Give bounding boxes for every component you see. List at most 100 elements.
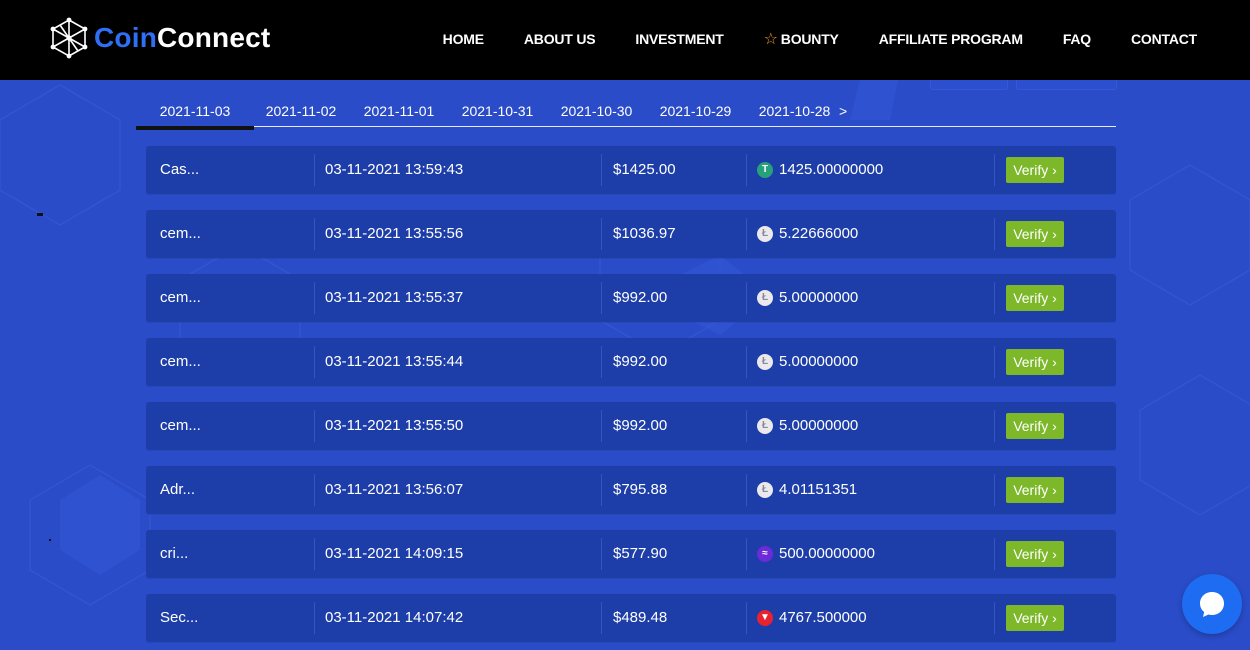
row-coin-amount: 500.00000000 (779, 545, 875, 562)
ghost-button-left[interactable] (930, 80, 1008, 90)
site-header: CoinConnect HOME ABOUT US INVESTMENT ☆ BO… (0, 0, 1250, 80)
row-amount: $992.00 (613, 417, 668, 434)
verify-button[interactable]: Verify › (1006, 349, 1064, 375)
row-divider (746, 154, 747, 186)
row-user-name: Cas... (160, 161, 200, 178)
transaction-row: Adr... 03-11-2021 13:56:07 $795.88 Ł 4.01… (146, 466, 1116, 514)
row-coin-amount: 4.01151351 (779, 481, 858, 498)
transaction-row: Sec... 03-11-2021 14:07:42 $489.48 ▼ 4767… (146, 594, 1116, 642)
row-user-name: cem... (160, 289, 201, 306)
nav-affiliate-program[interactable]: AFFILIATE PROGRAM (879, 31, 1023, 47)
tab-date-0[interactable]: 2021-11-03 (136, 96, 254, 130)
row-divider (601, 474, 602, 506)
row-divider (994, 282, 995, 314)
nav-bounty[interactable]: ☆ BOUNTY (764, 29, 839, 49)
tron-icon: ▼ (757, 610, 773, 626)
nav-investment[interactable]: INVESTMENT (635, 31, 723, 47)
tabs-next-arrow[interactable]: > (839, 96, 847, 126)
row-amount: $992.00 (613, 289, 668, 306)
row-datetime: 03-11-2021 13:55:37 (325, 289, 464, 306)
ghost-button-right[interactable] (1016, 80, 1117, 90)
row-divider (746, 282, 747, 314)
row-divider (994, 346, 995, 378)
transaction-row: cem... 03-11-2021 13:55:44 $992.00 Ł 5.00… (146, 338, 1116, 386)
transaction-row: cri... 03-11-2021 14:09:15 $577.90 ≈500.… (146, 530, 1116, 578)
row-divider (601, 410, 602, 442)
litecoin-icon: Ł (757, 226, 773, 242)
row-datetime: 03-11-2021 13:55:44 (325, 353, 464, 370)
row-divider (314, 218, 315, 250)
tab-date-4[interactable]: 2021-10-30 (547, 96, 646, 126)
row-amount: $992.00 (613, 353, 668, 370)
row-divider (994, 602, 995, 634)
row-divider (314, 602, 315, 634)
nav-contact[interactable]: CONTACT (1131, 31, 1197, 47)
nav-home[interactable]: HOME (443, 31, 484, 47)
verify-button[interactable]: Verify › (1006, 157, 1064, 183)
nav-affiliate-label: AFFILIATE PROGRAM (878, 31, 1023, 47)
row-amount: $1036.97 (613, 225, 676, 242)
row-divider (601, 346, 602, 378)
row-coin: Ł 5.00000000 (757, 338, 858, 386)
row-amount: $795.88 (613, 481, 668, 498)
row-user-name: cri... (160, 545, 189, 562)
row-user-name: Sec... (160, 609, 199, 626)
row-divider (746, 218, 747, 250)
row-coin-amount: 1425.00000000 (779, 161, 884, 178)
verify-button[interactable]: Verify › (1006, 413, 1064, 439)
verify-button[interactable]: Verify › (1006, 477, 1064, 503)
tab-date-2[interactable]: 2021-11-01 (350, 96, 448, 126)
row-user-name: Adr... (160, 481, 196, 498)
row-user-name: cem... (160, 353, 201, 370)
row-divider (746, 602, 747, 634)
verify-button[interactable]: Verify › (1006, 285, 1064, 311)
tab-date-1[interactable]: 2021-11-02 (254, 96, 348, 126)
row-divider (314, 410, 315, 442)
row-coin-amount: 5.00000000 (779, 353, 859, 370)
row-divider (994, 474, 995, 506)
brand-name-coin: Coin (94, 22, 158, 53)
tab-date-3[interactable]: 2021-10-31 (449, 96, 546, 126)
brand-logo[interactable]: CoinConnect (48, 16, 270, 60)
row-coin: T 1425.00000000 (757, 146, 883, 194)
transaction-row: cem... 03-11-2021 13:55:50 $992.00 Ł 5.00… (146, 402, 1116, 450)
row-datetime: 03-11-2021 13:55:56 (325, 225, 464, 242)
litecoin-icon: Ł (757, 482, 773, 498)
nav-about-us[interactable]: ABOUT US (524, 31, 596, 47)
chat-button[interactable] (1182, 574, 1242, 634)
row-divider (746, 538, 747, 570)
row-coin: Ł 5.22666000 (757, 210, 858, 258)
nav-home-label: HOME (442, 31, 484, 47)
row-divider (314, 154, 315, 186)
nav-faq[interactable]: FAQ (1063, 31, 1091, 47)
row-coin-amount: 5.00000000 (779, 417, 859, 434)
row-divider (746, 474, 747, 506)
verify-button[interactable]: Verify › (1006, 221, 1064, 247)
row-coin-amount: 4767.500000 (779, 609, 867, 626)
verify-button[interactable]: Verify › (1006, 605, 1064, 631)
row-amount: $489.48 (613, 609, 668, 626)
row-coin-amount: 5.22666000 (779, 225, 859, 242)
network-logo-icon (50, 17, 88, 59)
nav-bounty-label: BOUNTY (780, 31, 839, 47)
row-divider (601, 602, 602, 634)
brand-name: CoinConnect (94, 22, 270, 54)
row-coin: ▼ 4767.500000 (757, 594, 867, 642)
row-user-name: cem... (160, 417, 201, 434)
row-datetime: 03-11-2021 13:59:43 (325, 161, 464, 178)
row-divider (746, 346, 747, 378)
tether-icon: T (757, 162, 773, 178)
chat-bubble-icon (1200, 592, 1224, 617)
row-divider (746, 410, 747, 442)
litecoin-icon: Ł (757, 418, 773, 434)
stellar-icon: ≈ (757, 546, 773, 562)
tab-date-6[interactable]: 2021-10-28 (745, 96, 844, 126)
stray-mark (37, 213, 43, 216)
verify-button[interactable]: Verify › (1006, 541, 1064, 567)
stray-mark (49, 539, 51, 541)
row-divider (994, 154, 995, 186)
row-coin: Ł 5.00000000 (757, 274, 858, 322)
transaction-row: cem... 03-11-2021 13:55:56 $1036.97 Ł 5.2… (146, 210, 1116, 258)
tab-date-5[interactable]: 2021-10-29 (646, 96, 745, 126)
row-divider (314, 474, 315, 506)
